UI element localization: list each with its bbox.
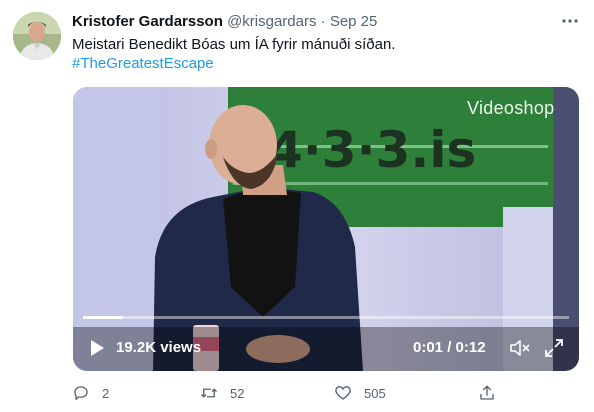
like-count: 505 bbox=[364, 385, 386, 401]
share-button[interactable] bbox=[478, 383, 496, 403]
retweet-icon bbox=[201, 388, 217, 398]
separator-dot: · bbox=[320, 13, 326, 30]
tweet-date[interactable]: Sep 25 bbox=[330, 13, 378, 30]
video-frame: 4·3·3.is bbox=[73, 87, 579, 371]
progress-fill bbox=[83, 316, 123, 319]
reply-button[interactable]: 2 bbox=[72, 383, 109, 403]
author-handle[interactable]: @krisgardars bbox=[227, 13, 316, 30]
share-icon bbox=[480, 385, 494, 400]
progress-bar[interactable] bbox=[83, 316, 569, 319]
action-bar: 2 52 505 bbox=[72, 383, 582, 403]
video-player[interactable]: 4·3·3.is Videoshop 19.2K views 0:01 / 0:… bbox=[73, 87, 579, 371]
retweet-count: 52 bbox=[230, 385, 245, 401]
retweet-button[interactable]: 52 bbox=[200, 383, 244, 403]
play-icon[interactable] bbox=[87, 338, 107, 358]
volume-icon[interactable] bbox=[509, 337, 531, 359]
tweet-text: Meistari Benedikt Bóas um ÍA fyrir mánuð… bbox=[72, 36, 396, 53]
author-name[interactable]: Kristofer Gardarsson bbox=[72, 13, 223, 30]
avatar[interactable] bbox=[13, 12, 61, 60]
board-logo: 4·3·3.is bbox=[268, 121, 476, 179]
view-count: 19.2K views bbox=[116, 339, 202, 356]
like-icon bbox=[335, 386, 351, 400]
like-button[interactable]: 505 bbox=[334, 383, 386, 403]
videoshop-watermark: Videoshop bbox=[467, 98, 555, 118]
reply-count: 2 bbox=[102, 385, 110, 401]
fullscreen-icon[interactable] bbox=[543, 337, 565, 359]
reply-icon bbox=[74, 386, 88, 401]
tweet-header: Kristofer Gardarsson @krisgardars · Sep … bbox=[72, 12, 377, 32]
more-icon[interactable] bbox=[561, 12, 579, 30]
hashtag-link[interactable]: #TheGreatestEscape bbox=[72, 54, 214, 74]
playback-time: 0:01 / 0:12 bbox=[413, 339, 486, 356]
